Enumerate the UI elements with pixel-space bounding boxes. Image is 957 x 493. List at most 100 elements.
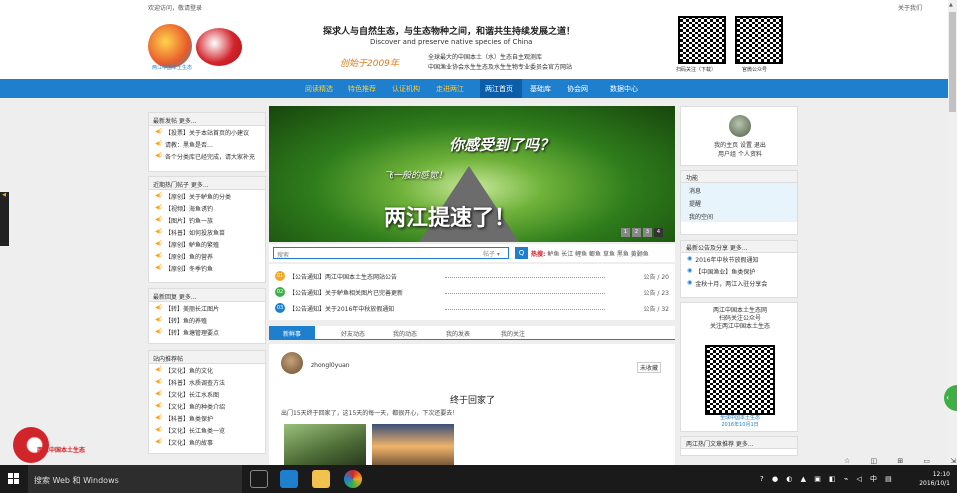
- nav-item-home[interactable]: 两江首页: [485, 84, 513, 94]
- scrollbar-thumb[interactable]: [949, 12, 956, 112]
- item-title[interactable]: 【公告通知】关于2016年中秋放假通知: [289, 304, 394, 313]
- list-item[interactable]: 03 【公告通知】关于2016年中秋放假通知 公告 / 32: [275, 302, 669, 316]
- recommended-title[interactable]: 站内推荐帖: [149, 351, 265, 364]
- file-explorer-icon[interactable]: [312, 470, 330, 488]
- taskbar-search[interactable]: 搜索 Web 和 Windows: [28, 465, 242, 493]
- tab-mine[interactable]: 我的动态: [393, 329, 417, 338]
- browser-app-icon[interactable]: [344, 470, 362, 488]
- qr-caption-2: 扫码关注公众号: [718, 315, 761, 322]
- speaker-icon: ◀): [155, 216, 162, 223]
- taskbar-clock[interactable]: 12:10 2016/10/1: [896, 470, 950, 488]
- list-item[interactable]: ◀) 【转】鱼塘管理要点: [149, 326, 265, 338]
- nav-item-data-center[interactable]: 数据中心: [610, 84, 638, 94]
- list-item[interactable]: ◀) 【文化】鱼的文化: [149, 364, 265, 376]
- banner-page-button[interactable]: 1: [621, 228, 630, 237]
- list-item[interactable]: ◀) 各个分类库已经完成，请大家补充: [149, 150, 265, 162]
- avatar[interactable]: [729, 115, 751, 137]
- latest-posts-title[interactable]: 最新发帖 更多...: [149, 113, 265, 126]
- list-item[interactable]: ◀) 【原创】鱼的营养: [149, 250, 265, 262]
- tab-following[interactable]: 我的关注: [501, 329, 525, 338]
- about-link[interactable]: 关于我们: [898, 3, 922, 12]
- watermark-logo: 两江中国本土生态: [13, 427, 85, 465]
- welcome-text[interactable]: 欢迎访问，敬请登录: [148, 3, 202, 12]
- site-logo[interactable]: 两江中国本土生态: [148, 24, 243, 72]
- nav-item-certified[interactable]: 认证机构: [392, 84, 420, 94]
- banner-page-button[interactable]: 2: [632, 228, 641, 237]
- notice-title[interactable]: 最新公告及分享 更多...: [681, 241, 797, 253]
- nav-item-reading[interactable]: 阅读精选: [305, 84, 333, 94]
- list-item[interactable]: 02 【公告通知】关于鲈鱼相关图片已完善更新 公告 / 23: [275, 286, 669, 300]
- list-item[interactable]: ◀) 【文化】长江水系图: [149, 388, 265, 400]
- list-item[interactable]: ◀) 【原创】冬季钓鱼: [149, 262, 265, 274]
- hot-search-words[interactable]: 鲈鱼 长江 鲤鱼 鲫鱼 草鱼 黑鱼 黄颡鱼: [547, 251, 648, 258]
- list-item[interactable]: ◀) 【投票】关于本站首页的小建议: [149, 126, 265, 138]
- tab-fresh[interactable]: 新鲜事: [283, 329, 301, 338]
- scroll-up-icon[interactable]: ▲: [949, 2, 953, 8]
- edge-browser-icon[interactable]: [280, 470, 298, 488]
- windows-start-icon[interactable]: [8, 473, 20, 485]
- list-item[interactable]: ◀) 【转】美丽长江图片: [149, 302, 265, 314]
- list-item[interactable]: 01 【公告通知】两江中国本土生态网站公告 公告 / 20: [275, 270, 669, 284]
- system-tray-icons[interactable]: ? ● ◐ ▲ ▣ ◧ ⌁ ◁ 中 ▤: [760, 474, 895, 484]
- menu-item-space[interactable]: 我的空间: [681, 209, 797, 222]
- tab-friends[interactable]: 好友动态: [341, 329, 365, 338]
- hero-banner[interactable]: 你感受到了吗？ 飞一般的感觉！ 两江提速了！ 1 2 3 4: [269, 106, 675, 242]
- rank-badge: 03: [275, 303, 285, 313]
- nav-item-about[interactable]: 走进两江: [436, 84, 464, 94]
- user-links-row[interactable]: 我的主页 设置 退出: [687, 141, 793, 150]
- task-view-icon[interactable]: [250, 470, 268, 488]
- globe-icon: ◉: [687, 267, 693, 274]
- list-item[interactable]: ◀) 【文化】长江鱼类一览: [149, 424, 265, 436]
- nav-item-database[interactable]: 基础库: [530, 84, 551, 94]
- hot-posts-title[interactable]: 近期热门帖子 更多...: [149, 177, 265, 190]
- wechat-qr-code: [735, 16, 783, 64]
- side-float-tab[interactable]: ◀: [0, 192, 9, 246]
- nav-item-featured[interactable]: 特色推荐: [348, 84, 376, 94]
- list-item[interactable]: ◀) 【文化】鱼的种类介绍: [149, 400, 265, 412]
- site-header: 两江中国本土生态 探求人与自然生态，与生态物种之间，和谐共生持续发展之道！ Di…: [0, 14, 957, 78]
- hot-articles-title[interactable]: 两江热门文章推荐 更多...: [681, 437, 797, 449]
- list-item[interactable]: ◀) 【视频】海鱼诱钓: [149, 202, 265, 214]
- item-meta: 公告 / 20: [643, 274, 669, 281]
- latest-replies-title[interactable]: 最新回复 更多...: [149, 289, 265, 302]
- tab-published[interactable]: 我的发表: [446, 329, 470, 338]
- browser-status-icons[interactable]: ☆ ◫ ⊞ ▭ ⇲: [844, 457, 957, 465]
- list-item[interactable]: ◉ 2016年中秋节放假通知: [681, 253, 797, 265]
- chevron-left-icon: ◀: [1, 192, 7, 198]
- speaker-icon: ◀): [155, 304, 162, 311]
- banner-tagline: 两江提速了！: [384, 206, 517, 231]
- list-item[interactable]: ◀) 【文化】鱼的故事: [149, 436, 265, 448]
- banner-page-button[interactable]: 3: [643, 228, 652, 237]
- search-button[interactable]: Q: [515, 247, 528, 259]
- clock-date: 2016/10/1: [919, 480, 950, 487]
- favorite-button[interactable]: 未收藏: [637, 362, 662, 373]
- list-item[interactable]: ◀) 【原创】关于鲈鱼的分类: [149, 190, 265, 202]
- menu-item-reminders[interactable]: 提醒: [681, 196, 797, 209]
- user-links-row-2[interactable]: 用户组 个人资料: [687, 150, 793, 159]
- main-nav: 阅读精选 特色推荐 认证机构 走进两江 两江首页 基础库 协会网 数据中心: [0, 79, 948, 98]
- nav-item-association[interactable]: 协会网: [567, 84, 588, 94]
- post-image[interactable]: [372, 424, 454, 465]
- taskbar-search-text: 搜索 Web 和 Windows: [34, 476, 119, 485]
- avatar[interactable]: [281, 352, 303, 374]
- list-item[interactable]: ◀) 【原创】鲈鱼的繁殖: [149, 238, 265, 250]
- menu-item-messages[interactable]: 消息: [681, 183, 797, 196]
- list-item[interactable]: ◀) 【图片】钓鱼一族: [149, 214, 265, 226]
- post-image[interactable]: [284, 424, 366, 465]
- item-title[interactable]: 【公告通知】两江中国本土生态网站公告: [289, 272, 397, 281]
- list-item[interactable]: ◀) 【科普】鱼类保护: [149, 412, 265, 424]
- list-item[interactable]: ◉ 【中国渔业】鱼类保护: [681, 265, 797, 277]
- banner-page-button[interactable]: 4: [654, 228, 663, 237]
- search-type-select[interactable]: 帖子 ▾: [481, 247, 509, 259]
- list-item[interactable]: ◀) 【科普】水质调查方法: [149, 376, 265, 388]
- search-input[interactable]: 搜索: [273, 247, 509, 259]
- item-title[interactable]: 【公告通知】关于鲈鱼相关图片已完善更新: [289, 288, 403, 297]
- list-item[interactable]: ◀) 请教：黑鱼是否…: [149, 138, 265, 150]
- list-item[interactable]: ◀) 【转】鱼的养殖: [149, 314, 265, 326]
- speaker-icon: ◀): [155, 378, 162, 385]
- list-item[interactable]: ◀) 【科普】如何投放鱼苗: [149, 226, 265, 238]
- list-item[interactable]: ◉ 金秋十月，两江入驻分享会: [681, 277, 797, 289]
- menu-title: 功能: [681, 171, 797, 183]
- post-author[interactable]: zhongl0yuan: [311, 362, 350, 369]
- post-title[interactable]: 终于回家了: [450, 393, 495, 406]
